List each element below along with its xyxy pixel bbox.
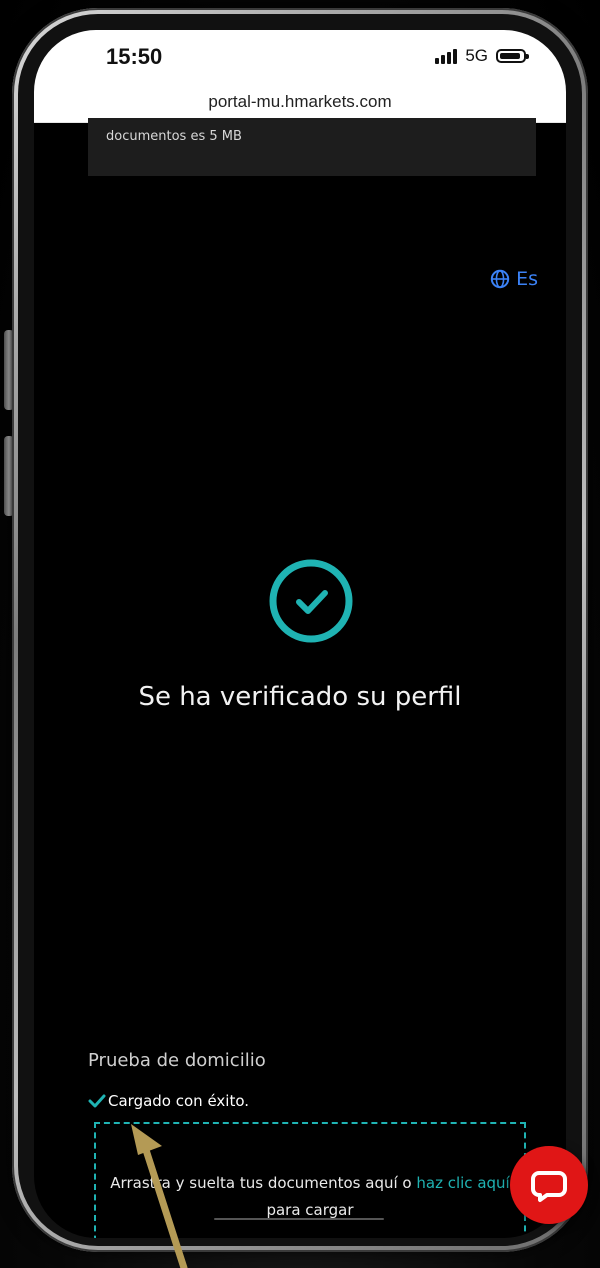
network-type: 5G — [465, 46, 488, 65]
status-indicators: 5G — [435, 46, 529, 66]
file-size-note: documentos es 5 MB — [88, 118, 536, 176]
phone-screen: 15:50 5G portal-mu.hmarkets.com document… — [34, 30, 566, 1238]
signal-icon — [435, 48, 458, 64]
dropzone-text-before: Arrastra y suelta tus documentos aquí o — [110, 1174, 417, 1192]
address-bar[interactable]: portal-mu.hmarkets.com — [34, 92, 566, 112]
check-circle-icon — [269, 559, 353, 643]
home-indicator — [214, 1218, 384, 1220]
status-time: 15:50 — [106, 44, 163, 69]
chat-bubble-icon — [531, 1171, 567, 1202]
address-proof-label: Prueba de domicilio — [88, 1050, 266, 1071]
upload-status: Cargado con éxito. — [88, 1092, 249, 1110]
dropzone-text-after: para cargar — [266, 1201, 354, 1219]
stage: 15:50 5G portal-mu.hmarkets.com document… — [0, 0, 600, 1268]
browser-top-bar: 15:50 5G portal-mu.hmarkets.com — [34, 30, 566, 123]
globe-icon — [490, 269, 510, 289]
checkmark-icon — [88, 1094, 106, 1108]
chat-button[interactable] — [510, 1146, 588, 1224]
verification-title: Se ha verificado su perfil — [138, 682, 462, 712]
battery-icon — [496, 49, 529, 63]
upload-link[interactable]: haz clic aquí — [416, 1174, 509, 1192]
document-dropzone[interactable]: Arrastra y suelta tus documentos aquí o … — [94, 1122, 526, 1238]
language-selector[interactable]: Es — [490, 268, 538, 290]
language-label: Es — [516, 268, 538, 290]
upload-status-text: Cargado con éxito. — [108, 1092, 250, 1110]
file-size-note-text: documentos es 5 MB — [106, 129, 242, 144]
dropzone-instructions: Arrastra y suelta tus documentos aquí o … — [96, 1170, 524, 1224]
